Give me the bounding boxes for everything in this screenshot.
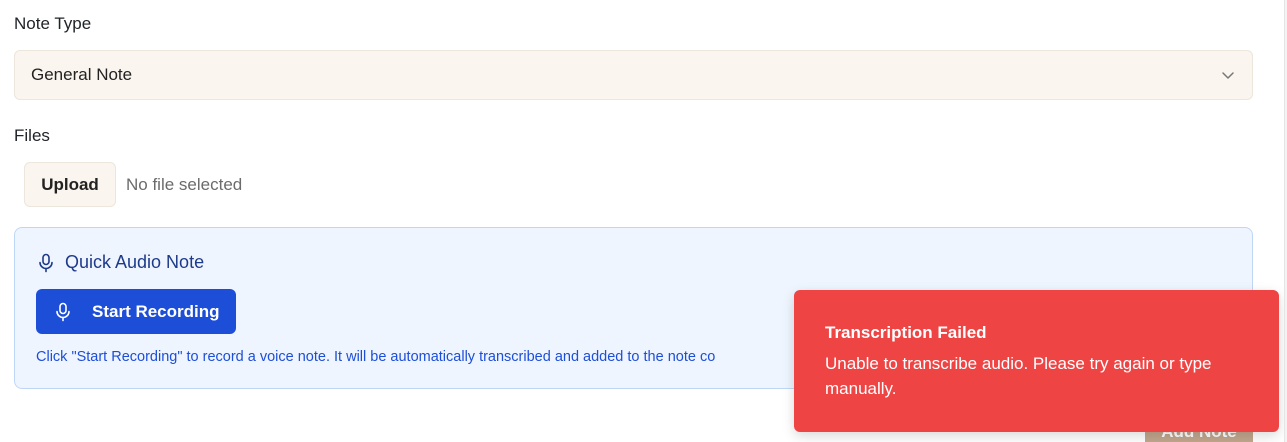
note-type-label: Note Type <box>14 14 92 33</box>
microphone-icon <box>37 253 55 273</box>
file-status-text: No file selected <box>126 175 243 194</box>
chevron-down-icon <box>1220 67 1236 83</box>
audio-panel-title: Quick Audio Note <box>65 252 205 272</box>
toast-title: Transcription Failed <box>825 323 987 342</box>
audio-panel-header: Quick Audio Note <box>37 252 204 273</box>
toast-message: Unable to transcribe audio. Please try a… <box>825 354 1212 398</box>
upload-button[interactable]: Upload <box>24 162 116 207</box>
files-label: Files <box>14 126 50 145</box>
start-recording-button[interactable]: Start Recording <box>36 289 236 334</box>
note-type-select[interactable]: General Note <box>14 50 1253 100</box>
note-form-page: Note Type General Note Files Upload No f… <box>0 0 1287 442</box>
recording-hint-text: Click "Start Recording" to record a voic… <box>36 349 716 365</box>
microphone-icon <box>54 302 72 322</box>
note-type-selected-value: General Note <box>31 65 133 84</box>
error-toast[interactable]: Transcription Failed Unable to transcrib… <box>794 290 1279 432</box>
start-recording-label: Start Recording <box>92 301 220 321</box>
